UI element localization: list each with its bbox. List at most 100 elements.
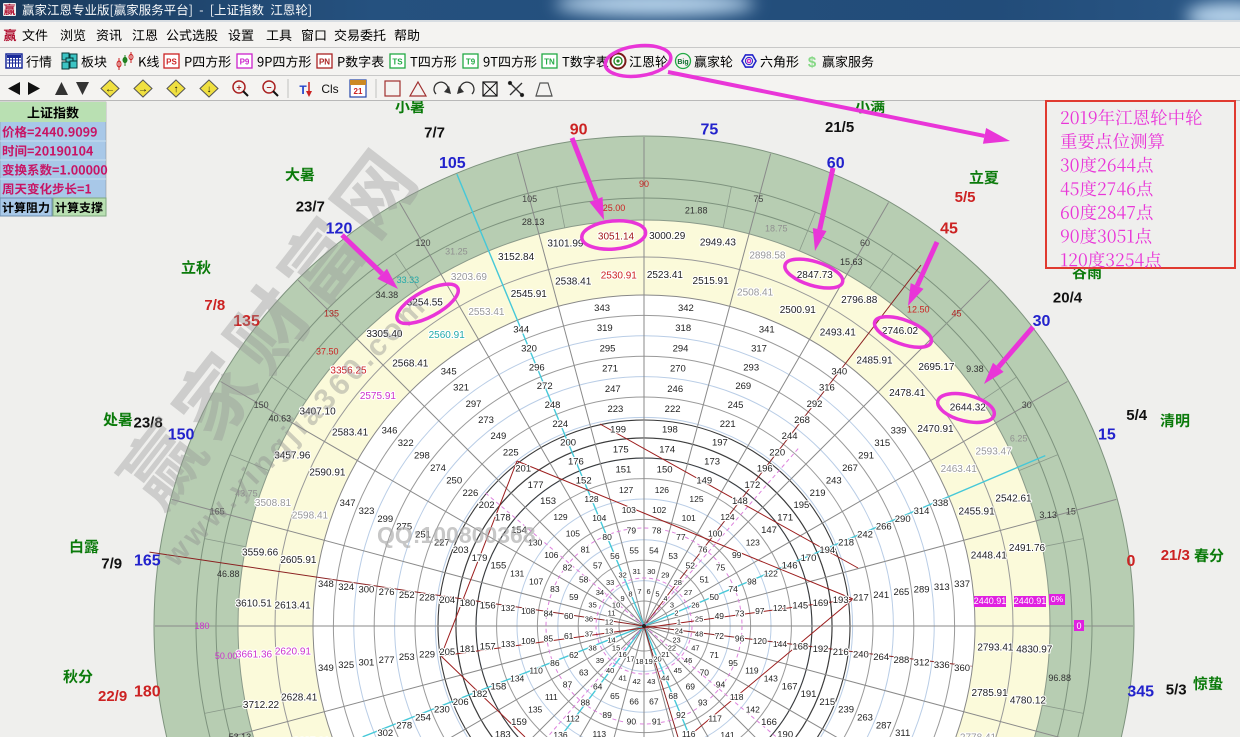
svg-text:338: 338: [932, 498, 948, 509]
svg-text:69: 69: [686, 681, 696, 691]
svg-text:181: 181: [460, 644, 476, 655]
svg-text:198: 198: [662, 424, 678, 435]
svg-text:116: 116: [682, 729, 696, 737]
svg-text:22: 22: [668, 643, 676, 652]
svg-text:63: 63: [579, 667, 589, 677]
svg-text:25: 25: [695, 615, 703, 624]
svg-text:21.88: 21.88: [685, 205, 708, 215]
svg-text:342: 342: [678, 303, 694, 314]
svg-text:168: 168: [792, 642, 808, 653]
svg-text:216: 216: [833, 647, 849, 658]
svg-text:4780.12: 4780.12: [1010, 695, 1047, 706]
svg-text:296: 296: [529, 362, 545, 373]
svg-text:7/8: 7/8: [204, 297, 225, 314]
svg-text:197: 197: [712, 438, 728, 449]
svg-text:246: 246: [667, 384, 683, 395]
svg-text:107: 107: [529, 576, 543, 586]
svg-text:3: 3: [670, 601, 674, 610]
svg-text:271: 271: [602, 364, 618, 375]
svg-text:2605.91: 2605.91: [280, 555, 317, 566]
svg-text:142: 142: [746, 705, 760, 715]
svg-text:124: 124: [720, 512, 734, 522]
svg-text:325: 325: [338, 660, 354, 671]
svg-text:2793.41: 2793.41: [977, 642, 1014, 653]
svg-text:28.13: 28.13: [522, 217, 545, 227]
svg-text:344: 344: [513, 325, 529, 336]
svg-text:15.63: 15.63: [840, 257, 863, 267]
svg-text:57: 57: [593, 561, 603, 571]
svg-text:200: 200: [560, 438, 576, 449]
svg-text:33: 33: [606, 578, 614, 587]
svg-text:2898.58: 2898.58: [749, 251, 786, 262]
svg-text:31: 31: [633, 567, 641, 576]
svg-text:343: 343: [594, 303, 610, 314]
svg-text:8: 8: [628, 590, 632, 599]
svg-text:28: 28: [674, 578, 682, 587]
svg-text:2644.32: 2644.32: [950, 402, 987, 413]
svg-text:2746.02: 2746.02: [882, 326, 919, 337]
svg-text:175: 175: [613, 445, 629, 456]
svg-text:75: 75: [701, 121, 719, 138]
svg-text:4830.97: 4830.97: [1016, 645, 1053, 656]
svg-text:1: 1: [677, 617, 681, 626]
svg-text:83: 83: [550, 584, 560, 594]
svg-text:2778.41: 2778.41: [960, 733, 997, 737]
svg-text:39: 39: [596, 656, 604, 665]
svg-text:74: 74: [728, 584, 738, 594]
svg-text:71: 71: [709, 650, 719, 660]
svg-text:52: 52: [686, 561, 696, 571]
svg-text:51: 51: [700, 575, 710, 585]
svg-text:150: 150: [254, 400, 269, 410]
svg-text:166: 166: [761, 717, 777, 728]
svg-text:18: 18: [635, 657, 643, 666]
svg-text:295: 295: [600, 343, 616, 354]
svg-text:150: 150: [657, 465, 673, 476]
svg-text:346: 346: [382, 426, 398, 437]
svg-text:12.50: 12.50: [907, 304, 930, 314]
svg-text:153: 153: [540, 496, 556, 507]
svg-text:59: 59: [569, 592, 579, 602]
svg-text:176: 176: [568, 457, 584, 468]
svg-text:79: 79: [627, 525, 637, 535]
svg-text:2463.41: 2463.41: [941, 464, 978, 475]
svg-text:249: 249: [490, 431, 506, 442]
svg-text:226: 226: [462, 488, 478, 499]
svg-text:289: 289: [914, 585, 930, 596]
svg-text:3000.29: 3000.29: [649, 231, 686, 242]
svg-text:268: 268: [794, 415, 810, 426]
svg-text:80: 80: [602, 532, 612, 542]
svg-text:217: 217: [853, 592, 869, 603]
svg-text:314: 314: [914, 506, 930, 517]
svg-text:PN: PN: [319, 58, 330, 67]
svg-text:53: 53: [668, 551, 678, 561]
svg-text:3508.81: 3508.81: [255, 498, 292, 509]
svg-text:250: 250: [446, 475, 462, 486]
svg-text:118: 118: [730, 692, 744, 702]
svg-text:3152.84: 3152.84: [498, 252, 535, 263]
svg-text:270: 270: [670, 364, 686, 375]
svg-text:2491.76: 2491.76: [1009, 543, 1046, 554]
svg-text:132: 132: [501, 603, 515, 613]
svg-text:290: 290: [895, 514, 911, 525]
svg-text:2785.91: 2785.91: [972, 688, 1009, 699]
svg-text:30: 30: [647, 567, 655, 576]
svg-text:313: 313: [934, 582, 950, 593]
svg-text:2620.91: 2620.91: [275, 647, 312, 658]
svg-text:127: 127: [619, 485, 633, 495]
svg-text:108: 108: [521, 606, 535, 616]
svg-text:318: 318: [675, 323, 691, 334]
svg-text:2508.41: 2508.41: [737, 288, 774, 299]
svg-text:2695.17: 2695.17: [918, 362, 955, 373]
svg-text:47: 47: [691, 643, 699, 652]
svg-text:272: 272: [537, 381, 553, 392]
svg-text:5/4: 5/4: [1126, 407, 1148, 424]
svg-text:Big: Big: [677, 59, 688, 66]
svg-text:2949.43: 2949.43: [700, 238, 737, 249]
svg-text:2593.47: 2593.47: [976, 446, 1013, 457]
svg-text:0%: 0%: [1051, 594, 1064, 604]
svg-text:96.88: 96.88: [1048, 673, 1071, 683]
svg-text:294: 294: [673, 343, 689, 354]
svg-text:6: 6: [647, 587, 651, 596]
svg-text:155: 155: [490, 561, 506, 572]
svg-text:248: 248: [545, 400, 561, 411]
